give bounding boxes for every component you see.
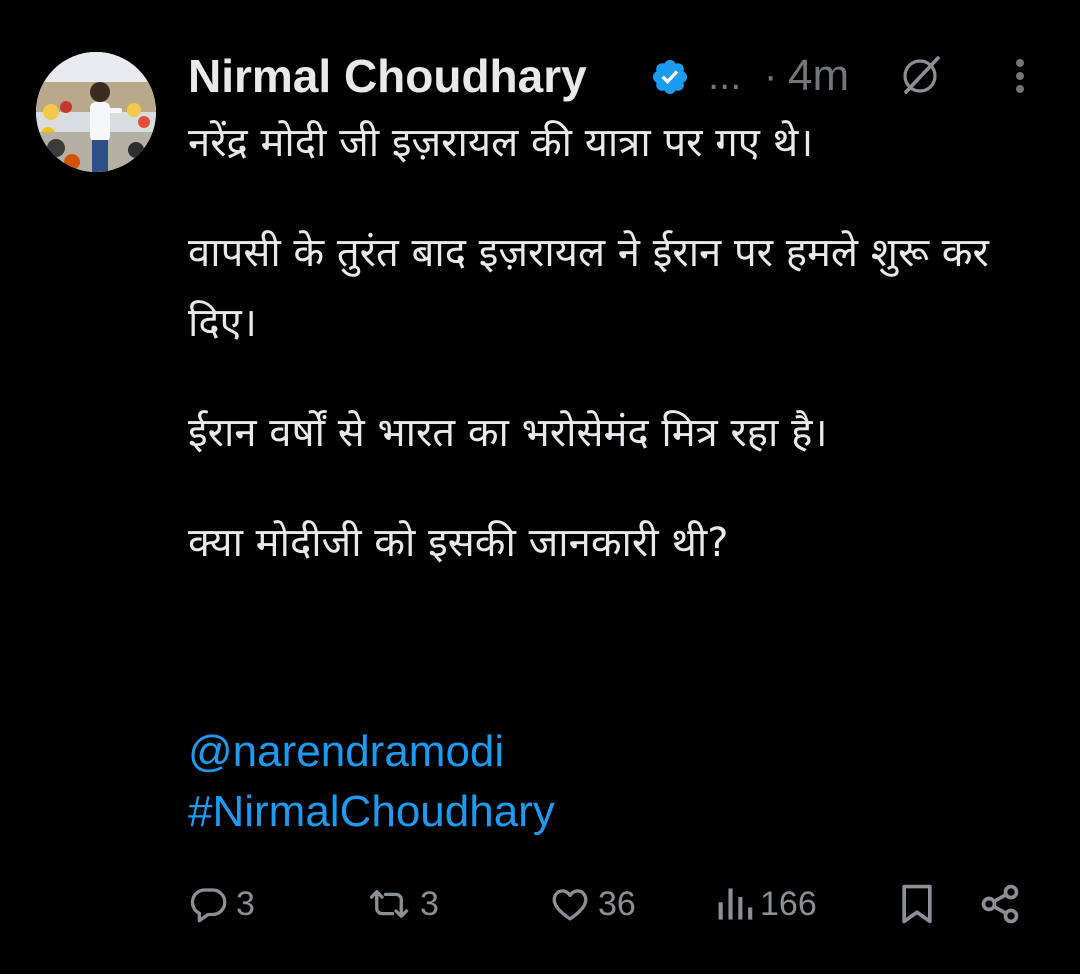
repost-button[interactable]: 3 xyxy=(364,874,439,934)
like-count: 36 xyxy=(598,884,636,923)
repost-icon xyxy=(369,890,409,918)
repost-count: 3 xyxy=(420,884,439,923)
bookmark-icon xyxy=(902,884,932,924)
tweet-links: @narendramodi #NirmalChoudhary xyxy=(188,722,988,842)
tweet-paragraph: ईरान वर्षों से भारत का भरोसेमंद मित्र रह… xyxy=(188,410,828,456)
mention-link[interactable]: @narendramodi xyxy=(188,722,988,782)
like-button[interactable]: 36 xyxy=(548,874,636,934)
tweet[interactable]: Nirmal Choudhary ... · 4m नरेंद्र मोदी ज… xyxy=(0,0,1080,974)
view-count: 166 xyxy=(760,884,817,923)
avatar-photo xyxy=(36,52,156,172)
reply-count: 3 xyxy=(236,884,255,923)
separator-dot: · xyxy=(764,54,778,98)
more-vertical-icon[interactable] xyxy=(1000,54,1040,98)
hashtag-link[interactable]: #NirmalChoudhary xyxy=(188,782,988,842)
reply-icon xyxy=(190,888,227,923)
avatar[interactable] xyxy=(36,52,156,172)
views-button[interactable]: 166 xyxy=(716,874,817,934)
author-name[interactable]: Nirmal Choudhary xyxy=(188,48,587,104)
share-button[interactable] xyxy=(978,874,1022,934)
tweet-text: नरेंद्र मोदी जी इज़रायल की यात्रा पर गए … xyxy=(188,108,1038,578)
action-bar: 3 3 36 166 xyxy=(188,874,1048,934)
grok-icon[interactable] xyxy=(898,52,944,98)
views-chart-icon xyxy=(718,888,753,920)
tweet-paragraph: नरेंद्र मोदी जी इज़रायल की यात्रा पर गए … xyxy=(188,120,814,166)
tweet-paragraph: क्या मोदीजी को इसकी जानकारी थी? xyxy=(188,520,729,566)
share-icon xyxy=(981,884,1019,924)
verified-badge-icon xyxy=(650,57,690,97)
tweet-header: Nirmal Choudhary ... · 4m xyxy=(188,40,1048,110)
name-ellipsis: ... xyxy=(708,54,742,98)
heart-icon xyxy=(552,889,588,921)
bookmark-button[interactable] xyxy=(898,874,936,934)
reply-button[interactable]: 3 xyxy=(188,874,255,934)
tweet-paragraph: वापसी के तुरंत बाद इज़रायल ने ईरान पर हम… xyxy=(188,230,989,346)
timestamp[interactable]: 4m xyxy=(788,48,849,104)
